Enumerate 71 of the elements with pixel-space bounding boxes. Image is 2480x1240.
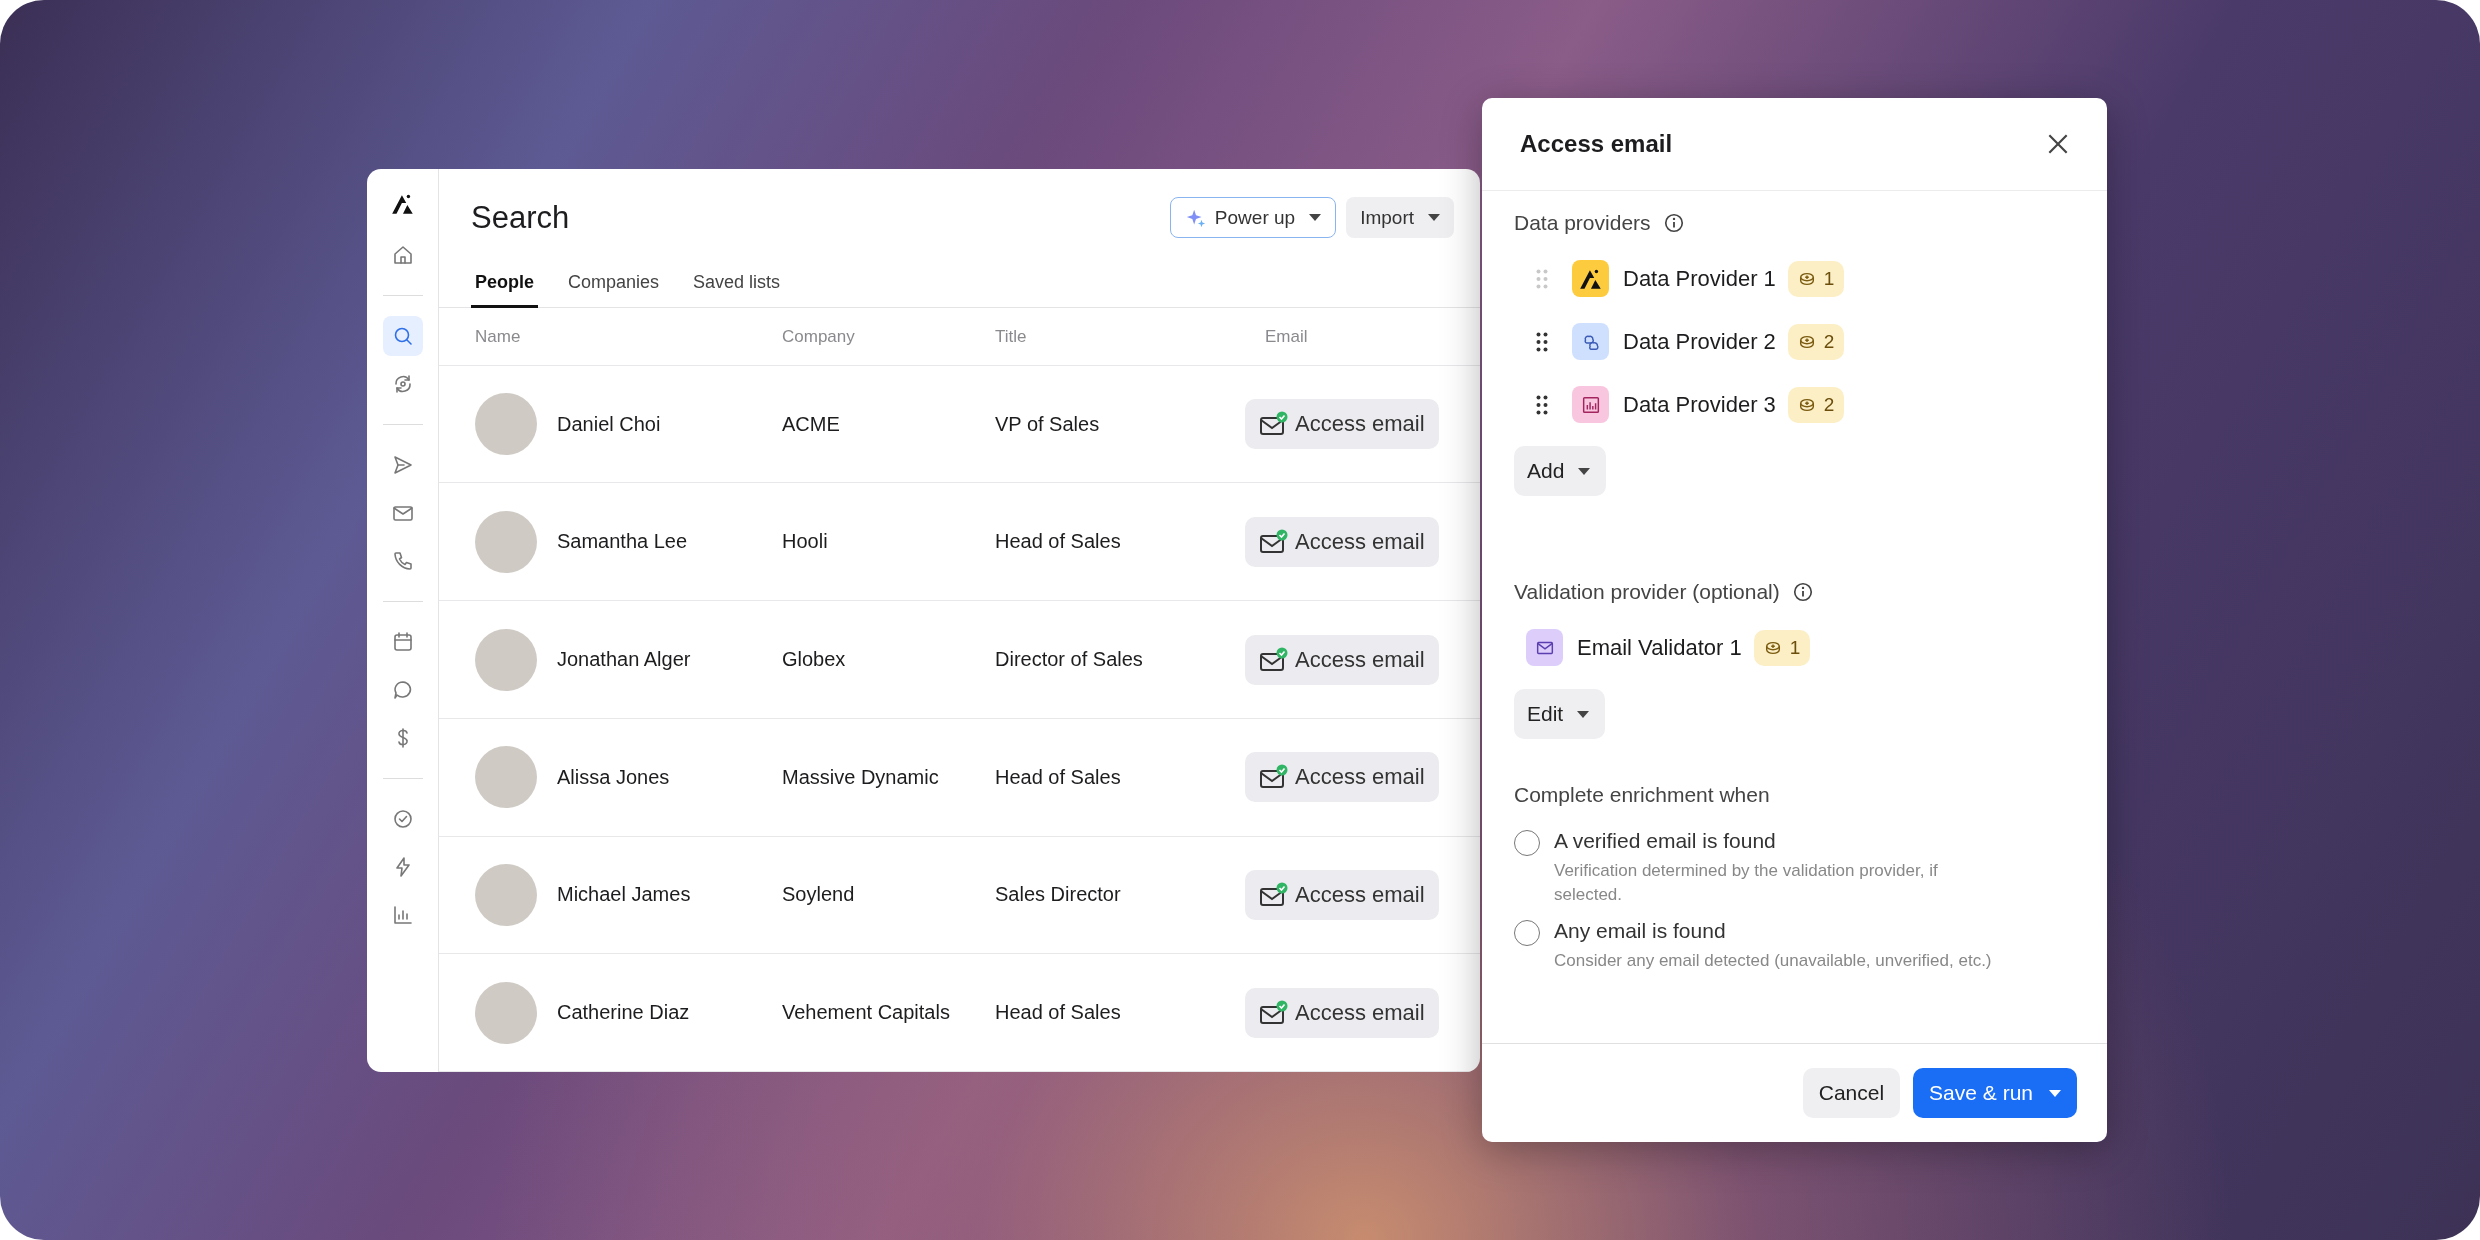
title-cell-text: Director of Sales	[995, 648, 1144, 671]
info-icon[interactable]	[1791, 581, 1814, 603]
provider-name: Data Provider 3	[1623, 391, 1776, 418]
option-description: Verification determined by the validation provider, if selected.	[1554, 860, 1939, 906]
name-cell: Catherine Diaz	[557, 1001, 690, 1025]
caret-icon	[1428, 214, 1440, 222]
column-header: Title	[995, 326, 1028, 347]
tab[interactable]: Companies	[564, 262, 664, 309]
access-email-button[interactable]: Access email	[1245, 516, 1439, 567]
company-cell-text: Massive Dynamic	[782, 765, 940, 789]
column-header: Name	[475, 326, 522, 347]
access-email-button[interactable]: Access email	[1245, 869, 1439, 920]
cancel-button[interactable]: Cancel	[1802, 1068, 1901, 1118]
drag-handle-icon[interactable]	[1536, 268, 1548, 289]
option-label: A verified email is found	[1554, 829, 1777, 853]
page-title: Search	[471, 199, 570, 236]
caret-icon	[2049, 1089, 2061, 1097]
column-header: Company	[782, 326, 856, 347]
access-email-button[interactable]: Access email	[1245, 634, 1439, 685]
access-email-button[interactable]: Access email	[1245, 752, 1439, 803]
company-cell-text: Globex	[782, 648, 847, 671]
tab[interactable]: People	[471, 262, 539, 309]
name-cell: Jonathan Alger	[557, 648, 691, 671]
option-description: Consider any email detected (unavailable, unverified, etc.)	[1554, 949, 1992, 972]
mail-check-icon	[1259, 881, 1289, 908]
title-cell-text: Head of Sales	[995, 1001, 1122, 1025]
caret-icon	[1578, 467, 1591, 475]
drag-handle-icon[interactable]	[1536, 394, 1548, 415]
credit-cost-badge: 1	[1753, 629, 1811, 666]
title-cell-text: Head of Sales	[995, 530, 1122, 554]
info-icon[interactable]	[1662, 212, 1685, 234]
title-cell-text: Head of Sales	[995, 765, 1122, 789]
save-and-run-button[interactable]: Save & run	[1913, 1068, 2077, 1118]
caret-icon	[1577, 710, 1590, 718]
provider-name: Data Provider 2	[1623, 328, 1776, 355]
provider-name: Email Validator 1	[1577, 634, 1742, 661]
mail-check-icon	[1259, 528, 1289, 555]
mail-check-icon	[1259, 999, 1289, 1026]
name-cell: Michael James	[557, 883, 691, 907]
drag-handle-icon[interactable]	[1536, 331, 1548, 352]
edit-button[interactable]: Edit	[1514, 689, 1606, 739]
company-cell-text: Soylend	[782, 883, 856, 907]
title-cell-text: VP of Sales	[995, 412, 1101, 436]
caret-icon	[1309, 214, 1322, 222]
mail-check-icon	[1259, 764, 1289, 791]
access-email-button[interactable]: Access email	[1245, 399, 1439, 450]
search-icon[interactable]	[382, 316, 423, 356]
power-up-button[interactable]: Power up	[1169, 197, 1337, 239]
option-label: Any email is found	[1554, 918, 1727, 943]
name-cell: Alissa Jones	[557, 765, 670, 789]
access-email-button[interactable]: Access email	[1245, 987, 1439, 1038]
mail-check-icon	[1259, 411, 1289, 438]
credit-cost-badge: 2	[1787, 386, 1845, 423]
credit-cost-badge: 1	[1787, 260, 1845, 297]
name-cell: Samantha Lee	[557, 530, 688, 554]
tab[interactable]: Saved lists	[689, 262, 785, 309]
company-cell-text: Hooli	[782, 530, 829, 554]
section-label: Validation provider (optional)	[1514, 580, 1780, 604]
import-button[interactable]: Import	[1346, 197, 1454, 239]
title-cell-text: Sales Director	[995, 883, 1122, 907]
add-button[interactable]: Add	[1514, 446, 1607, 496]
company-cell-text: Vehement Capitals	[782, 1001, 951, 1025]
company-cell-text: ACME	[782, 412, 841, 436]
mail-check-icon	[1259, 646, 1289, 673]
section-label: Data providers	[1514, 211, 1651, 235]
provider-name: Data Provider 1	[1623, 265, 1776, 292]
section-label: Complete enrichment when	[1514, 783, 1770, 807]
credit-cost-badge: 2	[1787, 323, 1845, 360]
panel-title: Access email	[1520, 130, 1673, 158]
name-cell: Daniel Choi	[557, 412, 661, 436]
column-header: Email	[1264, 326, 1309, 347]
